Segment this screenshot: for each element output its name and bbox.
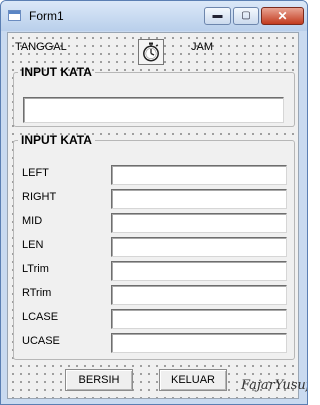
title-bar[interactable]: Form1 ▬ ▢ ✕ bbox=[1, 1, 307, 31]
maximize-button[interactable]: ▢ bbox=[233, 7, 259, 25]
left-label: LEFT bbox=[22, 167, 49, 179]
len-label: LEN bbox=[22, 239, 44, 251]
clear-button[interactable]: BERSIH bbox=[65, 369, 133, 391]
close-button[interactable]: ✕ bbox=[261, 7, 304, 25]
input-word-group: INPUT KATA bbox=[13, 65, 295, 127]
ltrim-label: LTrim bbox=[22, 263, 49, 275]
lcase-result-field[interactable] bbox=[111, 309, 287, 329]
ucase-result-field[interactable] bbox=[111, 333, 287, 353]
window-title: Form1 bbox=[29, 9, 64, 23]
form-window: Form1 ▬ ▢ ✕ TANGGAL JAM INPUT KATA INPUT… bbox=[0, 0, 308, 405]
len-result-field[interactable] bbox=[111, 237, 287, 257]
input-word-group-title: INPUT KATA bbox=[21, 65, 92, 79]
input-word-field[interactable] bbox=[23, 97, 284, 123]
lcase-label: LCASE bbox=[22, 311, 59, 323]
right-label: RIGHT bbox=[22, 191, 57, 203]
string-functions-group-title: INPUT KATA bbox=[21, 133, 92, 147]
form-icon bbox=[8, 10, 21, 21]
mid-result-field[interactable] bbox=[111, 213, 287, 233]
string-functions-group: INPUT KATA LEFT RIGHT MID LEN LTrim RTri… bbox=[13, 133, 295, 360]
exit-button[interactable]: KELUAR bbox=[159, 369, 227, 391]
minimize-button[interactable]: ▬ bbox=[204, 7, 231, 25]
left-result-field[interactable] bbox=[111, 165, 287, 185]
rtrim-result-field[interactable] bbox=[111, 285, 287, 305]
close-icon: ✕ bbox=[277, 9, 288, 23]
form-client-area: TANGGAL JAM INPUT KATA INPUT KATA LEFT R… bbox=[7, 32, 299, 399]
right-result-field[interactable] bbox=[111, 189, 287, 209]
minimize-icon: ▬ bbox=[212, 10, 223, 21]
mid-label: MID bbox=[22, 215, 43, 227]
timer-control bbox=[138, 39, 164, 65]
watermark-text: FajarYusuf bbox=[241, 378, 308, 393]
jam-label: JAM bbox=[191, 41, 213, 53]
maximize-icon: ▢ bbox=[241, 10, 251, 21]
ltrim-result-field[interactable] bbox=[111, 261, 287, 281]
tanggal-label: TANGGAL bbox=[15, 41, 67, 53]
rtrim-label: RTrim bbox=[22, 287, 52, 299]
stopwatch-icon bbox=[143, 42, 159, 62]
ucase-label: UCASE bbox=[22, 335, 60, 347]
